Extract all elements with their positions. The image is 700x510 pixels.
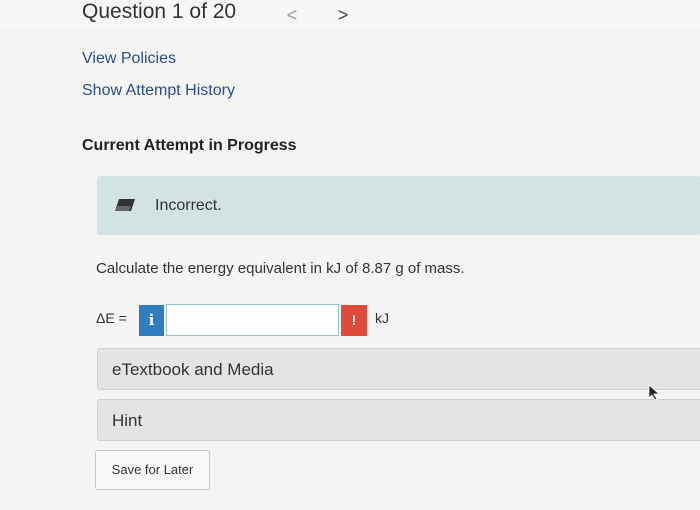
current-attempt-heading: Current Attempt in Progress [82,137,297,154]
question-prompt: Calculate the energy equivalent in kJ of… [96,260,465,277]
pencil-eraser-icon [114,198,136,217]
question-counter: Question 1 of 20 [82,0,237,23]
hint-expander[interactable]: Hint [97,399,700,441]
chevron-right-icon[interactable]: > [333,3,353,27]
info-icon[interactable]: i [139,305,164,336]
quiz-page: Question 1 of 20 < > View Policies Show … [0,0,700,510]
question-header: Question 1 of 20 < > [0,0,700,30]
show-attempt-history-link[interactable]: Show Attempt History [82,82,235,100]
unit-label: kJ [375,310,389,326]
save-for-later-button[interactable]: Save for Later [95,450,210,490]
answer-input[interactable] [166,304,339,336]
view-policies-link[interactable]: View Policies [82,50,176,68]
mouse-cursor-icon [648,384,661,405]
answer-label: ΔE = [96,310,127,326]
feedback-text: Incorrect. [155,197,222,214]
etextbook-media-label: eTextbook and Media [112,360,274,379]
etextbook-media-expander[interactable]: eTextbook and Media [97,348,700,390]
alert-icon: ! [341,305,367,336]
feedback-banner: Incorrect. [97,176,700,235]
hint-label: Hint [112,411,143,430]
chevron-left-icon[interactable]: < [282,3,302,27]
